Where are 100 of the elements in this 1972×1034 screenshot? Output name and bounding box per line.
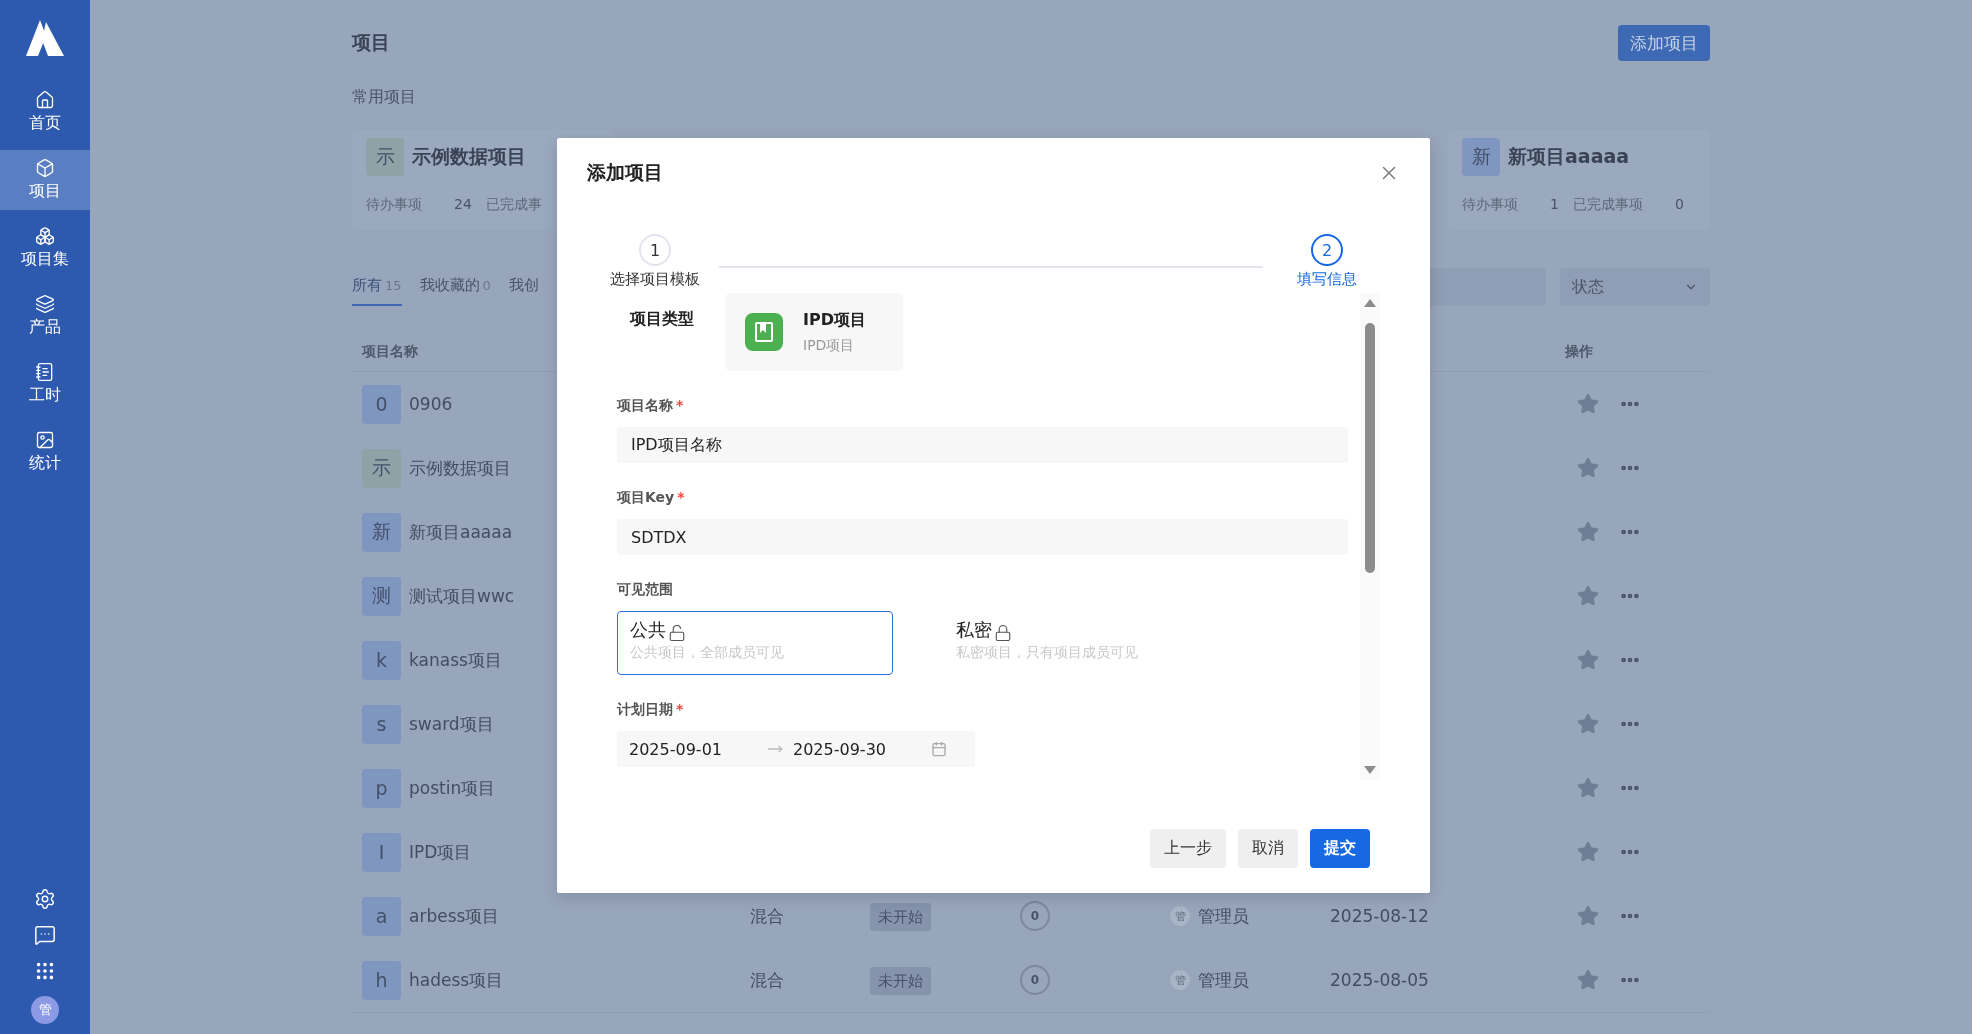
scroll-up-icon[interactable]	[1364, 299, 1376, 307]
required-mark: *	[676, 397, 684, 413]
project-name[interactable]: 新项目aaaaa	[409, 520, 513, 544]
nav-icon	[35, 362, 55, 382]
progress-ring: 0	[1020, 901, 1050, 931]
field-label: 计划日期	[617, 701, 673, 717]
project-avatar: k	[362, 640, 401, 680]
stat-value: 0	[1674, 196, 1684, 214]
stat-value: 1	[1550, 196, 1559, 214]
add-project-button[interactable]: 添加项目	[1618, 25, 1710, 61]
project-name[interactable]: sward项目	[409, 712, 494, 736]
project-avatar: s	[362, 704, 401, 744]
step-label: 填写信息	[1297, 270, 1357, 289]
filter-tab[interactable]: 我创	[508, 268, 539, 306]
star-icon[interactable]	[1577, 777, 1599, 799]
column-header: 项目名称	[362, 342, 419, 361]
scrollbar[interactable]	[1360, 293, 1380, 780]
project-name[interactable]: postin项目	[409, 776, 496, 800]
step-label: 选择项目模板	[610, 270, 700, 289]
star-icon[interactable]	[1577, 457, 1599, 479]
section-title: 常用项目	[352, 87, 417, 108]
sidebar-item[interactable]: 工时	[0, 354, 90, 414]
status-select[interactable]: 状态	[1560, 268, 1710, 306]
star-icon[interactable]	[1577, 713, 1599, 735]
message-icon[interactable]	[34, 924, 56, 946]
step-number: 1	[639, 234, 671, 266]
owner-avatar: 管	[1170, 970, 1190, 990]
stat-value: 24	[454, 196, 472, 214]
stat-label: 已完成事项	[1572, 196, 1643, 214]
sidebar-item[interactable]: 首页	[0, 82, 90, 142]
step-number: 2	[1311, 234, 1343, 266]
star-icon[interactable]	[1577, 649, 1599, 671]
owner-name: 管理员	[1198, 968, 1249, 992]
nav-icon	[35, 430, 55, 450]
project-name[interactable]: hadess项目	[409, 968, 504, 992]
field-label: 可见范围	[617, 581, 673, 597]
date-text: 2025-08-05	[1330, 970, 1429, 990]
calendar-icon	[931, 741, 947, 757]
project-name: 新项目aaaaa	[1508, 144, 1630, 169]
date-text: 2025-08-12	[1330, 906, 1429, 926]
field-label: 项目Key	[617, 489, 675, 505]
option-title: 私密	[956, 618, 992, 642]
project-avatar: I	[362, 832, 401, 872]
dialog-button[interactable]: 上一步	[1150, 829, 1226, 868]
project-type: 混合	[750, 969, 784, 990]
nav-icon	[35, 226, 55, 246]
sidebar-item[interactable]: 项目集	[0, 218, 90, 278]
option-title: 公共	[630, 618, 666, 642]
status-tag: 未开始	[870, 966, 931, 995]
sidebar-item[interactable]: 统计	[0, 422, 90, 482]
logo-icon	[26, 18, 64, 58]
input-field[interactable]: IPD项目名称	[617, 427, 1348, 463]
dialog-button[interactable]: 取消	[1238, 829, 1298, 868]
project-name[interactable]: 示例数据项目	[409, 456, 511, 480]
star-icon[interactable]	[1577, 905, 1599, 927]
stat-label: 待办事项	[1462, 196, 1518, 214]
star-icon[interactable]	[1577, 841, 1599, 863]
nav-icon	[35, 158, 55, 178]
input-field[interactable]: SDTDX	[617, 519, 1348, 555]
project-name[interactable]: 测试项目wwc	[409, 584, 515, 608]
date-range-field[interactable]: 2025-09-01 2025-09-30	[617, 731, 975, 767]
project-name[interactable]: 0906	[409, 394, 453, 414]
nav-icon	[35, 90, 55, 110]
required-mark: *	[677, 489, 685, 505]
template-card[interactable]: IPD项目 IPD项目	[725, 293, 903, 371]
settings-icon[interactable]	[34, 888, 56, 910]
page-title: 项目	[352, 30, 390, 55]
sidebar-item[interactable]: 项目	[0, 150, 90, 210]
template-description: IPD项目	[803, 336, 856, 355]
status-tag: 未开始	[870, 902, 931, 931]
project-avatar: 示	[362, 448, 401, 488]
project-avatar: p	[362, 768, 401, 808]
nav-icon	[35, 294, 55, 314]
project-name: 示例数据项目	[412, 144, 526, 169]
project-avatar: h	[362, 960, 401, 1000]
project-avatar: 新	[362, 512, 401, 552]
template-name: IPD项目	[803, 309, 866, 331]
star-icon[interactable]	[1577, 585, 1599, 607]
project-avatar: 测	[362, 576, 401, 616]
column-header: 操作	[1565, 342, 1594, 361]
project-name[interactable]: IPD项目	[409, 840, 472, 864]
star-icon[interactable]	[1577, 969, 1599, 991]
project-avatar: 新	[1462, 138, 1500, 176]
scroll-down-icon[interactable]	[1364, 766, 1376, 774]
required-mark: *	[676, 701, 684, 717]
stat-label: 待办事项	[366, 196, 422, 214]
dialog-button[interactable]: 提交	[1310, 829, 1370, 868]
star-icon[interactable]	[1577, 393, 1599, 415]
owner-name: 管理员	[1198, 904, 1249, 928]
user-avatar[interactable]: 管	[31, 996, 59, 1024]
star-icon[interactable]	[1577, 521, 1599, 543]
project-name[interactable]: kanass项目	[409, 648, 502, 672]
sidebar-item[interactable]: 产品	[0, 286, 90, 346]
field-label: 项目类型	[628, 308, 695, 330]
project-avatar: a	[362, 896, 401, 936]
progress-ring: 0	[1020, 965, 1050, 995]
project-name[interactable]: arbess项目	[409, 904, 500, 928]
apps-grid-icon[interactable]	[34, 960, 56, 982]
project-avatar: 0	[362, 384, 401, 424]
project-avatar: 示	[366, 138, 404, 176]
